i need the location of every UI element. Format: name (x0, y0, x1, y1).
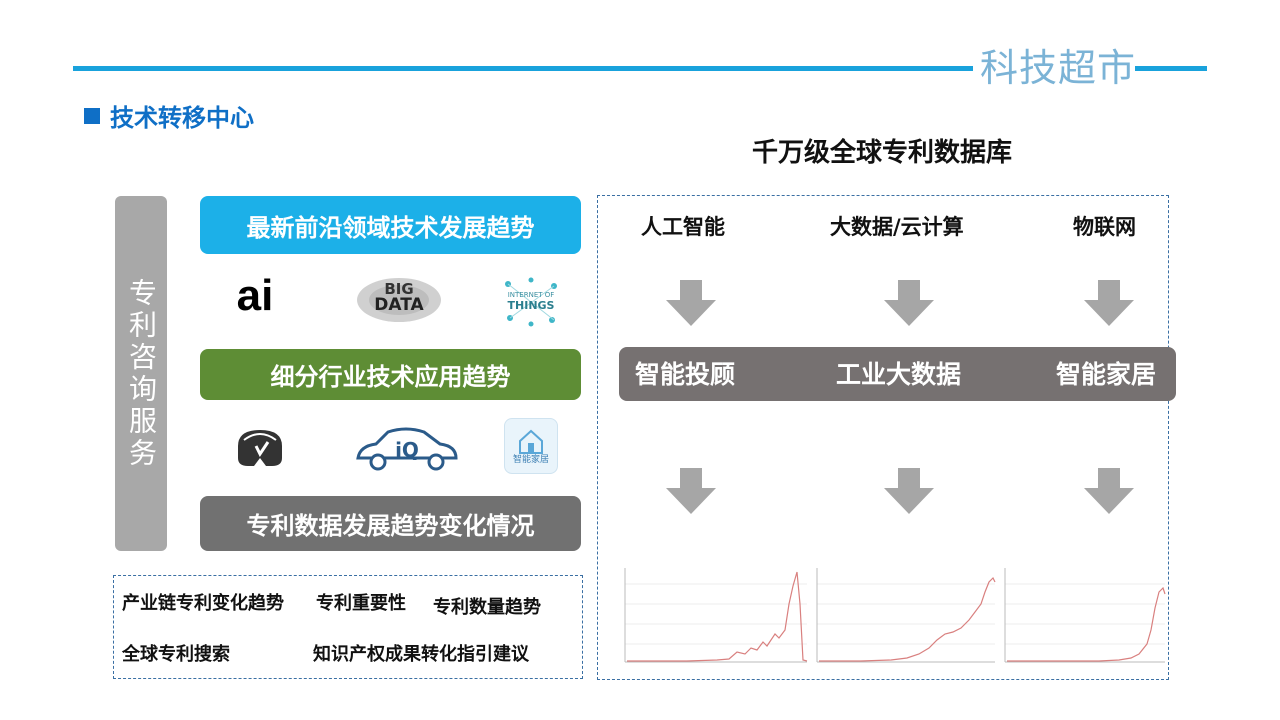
smart-home-logo: 智能家居 (504, 418, 558, 474)
service-patent-importance: 专利重要性 (316, 593, 406, 614)
brand-title: 科技超市 (980, 46, 1137, 90)
service-industry-chain-trend: 产业链专利变化趋势 (122, 593, 284, 614)
column-iot: 物联网 (1073, 215, 1136, 239)
down-arrow-icon (666, 280, 716, 326)
service-ip-transfer-guidance: 知识产权成果转化指引建议 (313, 644, 529, 665)
down-arrow-icon (884, 468, 934, 514)
service-patent-count-trend: 专利数量趋势 (433, 597, 541, 618)
vr-headset-icon (238, 430, 282, 466)
iot-logo: INTERNET OF THINGS (500, 274, 562, 328)
house-icon (519, 429, 543, 454)
app-industrial-big-data: 工业大数据 (836, 360, 962, 389)
vertical-service-label: 专利咨询服务 (115, 196, 167, 551)
trend-chart-thumbnail-ai (617, 564, 809, 676)
header-rule (73, 66, 973, 71)
trend-chart-thumbnail-iot (999, 564, 1167, 676)
down-arrow-icon (884, 280, 934, 326)
vertical-label-text: 专利咨询服务 (125, 277, 158, 470)
app-smart-advisor: 智能投顾 (635, 360, 736, 389)
down-arrow-icon (666, 468, 716, 514)
down-arrow-icon (1084, 468, 1134, 514)
square-bullet-icon (84, 107, 100, 124)
header-rule-right (1135, 66, 1207, 71)
trend-chart-thumbnail-big-data (811, 564, 997, 676)
database-title: 千万级全球专利数据库 (752, 138, 1013, 168)
connected-car-logo: iQ (354, 424, 460, 472)
big-data-logo: BIG DATA (356, 270, 442, 326)
app-smart-home: 智能家居 (1056, 360, 1157, 389)
column-big-data-cloud: 大数据/云计算 (830, 215, 964, 239)
down-arrow-icon (1084, 280, 1134, 326)
ai-logo: ai (236, 271, 274, 320)
band-patent-data-trends: 专利数据发展趋势变化情况 (200, 496, 581, 551)
band-industry-trends: 细分行业技术应用趋势 (200, 349, 581, 400)
section-title-text: 技术转移中心 (110, 104, 254, 132)
vr-headset-logo (232, 424, 288, 470)
service-global-patent-search: 全球专利搜索 (122, 644, 230, 665)
band-frontier-trends: 最新前沿领域技术发展趋势 (200, 196, 581, 254)
section-title: 技术转移中心 (84, 98, 254, 133)
column-ai: 人工智能 (641, 215, 725, 239)
